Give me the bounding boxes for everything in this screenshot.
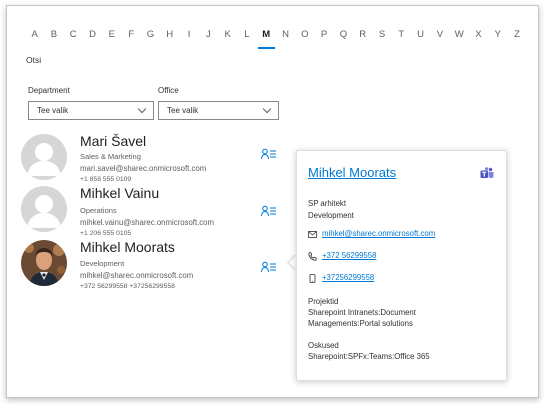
letter-r[interactable]: R [353, 28, 372, 44]
person-placeholder-icon [21, 134, 67, 180]
letter-g[interactable]: G [141, 28, 160, 44]
card-job-title: SP arhitekt [308, 199, 346, 208]
card-mobile-link[interactable]: +37256299558 [322, 273, 374, 282]
card-skills: Sharepoint:SPFx:Teams:Office 365 [308, 352, 430, 361]
letter-e[interactable]: E [102, 28, 121, 44]
person-phone: +1 206 555 0105 [80, 230, 132, 237]
person-name[interactable]: Mari Šavel [80, 133, 146, 149]
teams-icon[interactable] [480, 167, 494, 179]
letter-f[interactable]: F [121, 28, 140, 44]
person-phone: +372 56299558 +37256299558 [80, 283, 175, 290]
person-email[interactable]: mihkel@sharec.onmicrosoft.com [80, 271, 193, 280]
chevron-down-icon [137, 104, 147, 114]
person-department: Sales & Marketing [80, 152, 141, 161]
person-item[interactable]: Mari Šavel Sales & Marketing mari.savel@… [21, 133, 276, 188]
phone-icon [308, 252, 317, 261]
card-email-link[interactable]: mihkel@sharec.onmicrosoft.com [322, 229, 435, 238]
people-directory-webpart: ABCDEFGHIJKLMNOPQRSTUVWXYZ Otsi Departme… [6, 5, 539, 398]
alphabet-filter: ABCDEFGHIJKLMNOPQRSTUVWXYZ [25, 28, 527, 49]
card-department: Development [308, 211, 354, 220]
person-department: Development [80, 259, 125, 268]
letter-q[interactable]: Q [334, 28, 353, 44]
card-projects-label: Projektid [308, 297, 339, 306]
person-phone: +1 858 555 0109 [80, 176, 132, 183]
office-dropdown[interactable]: Tee valik [158, 101, 279, 120]
letter-o[interactable]: O [295, 28, 314, 44]
contact-card-icon[interactable] [261, 148, 277, 160]
letter-z[interactable]: Z [507, 28, 526, 44]
department-dropdown[interactable]: Tee valik [28, 101, 154, 120]
letter-i[interactable]: I [179, 28, 198, 44]
mobile-phone-icon [309, 274, 316, 283]
letter-u[interactable]: U [411, 28, 430, 44]
letter-v[interactable]: V [430, 28, 449, 44]
contact-card-icon[interactable] [261, 205, 277, 217]
letter-m[interactable]: M [257, 28, 276, 49]
card-projects-line2: Managements:Portal solutions [308, 319, 413, 328]
contact-card: Mihkel Moorats SP arhitekt Development m… [296, 150, 507, 381]
person-name[interactable]: Mihkel Moorats [80, 239, 175, 255]
card-name-link[interactable]: Mihkel Moorats [308, 165, 396, 180]
person-name[interactable]: Mihkel Vainu [80, 185, 159, 201]
department-dropdown-value: Tee valik [37, 106, 69, 115]
letter-t[interactable]: T [392, 28, 411, 44]
department-filter-label: Department [28, 86, 70, 95]
letter-h[interactable]: H [160, 28, 179, 44]
letter-b[interactable]: B [44, 28, 63, 44]
office-filter-label: Office [158, 86, 179, 95]
letter-s[interactable]: S [372, 28, 391, 44]
card-skills-label: Oskused [308, 341, 339, 350]
person-item[interactable]: Mihkel Vainu Operations mihkel.vainu@sha… [21, 185, 276, 240]
letter-l[interactable]: L [237, 28, 256, 44]
letter-n[interactable]: N [276, 28, 295, 44]
chevron-down-icon [262, 104, 272, 114]
person-department: Operations [80, 206, 117, 215]
letter-c[interactable]: C [64, 28, 83, 44]
person-placeholder-icon [21, 186, 67, 232]
avatar [21, 240, 67, 286]
letter-d[interactable]: D [83, 28, 102, 44]
letter-x[interactable]: X [469, 28, 488, 44]
person-email[interactable]: mari.savel@sharec.onmicrosoft.com [80, 164, 206, 173]
letter-j[interactable]: J [199, 28, 218, 44]
card-phone-link[interactable]: +372 56299558 [322, 251, 376, 260]
letter-a[interactable]: A [25, 28, 44, 44]
card-projects-line1: Sharepoint Intranets:Document [308, 308, 416, 317]
search-label[interactable]: Otsi [26, 55, 41, 65]
contact-card-icon[interactable] [261, 261, 277, 273]
letter-p[interactable]: P [314, 28, 333, 44]
office-dropdown-value: Tee valik [167, 106, 199, 115]
letter-y[interactable]: Y [488, 28, 507, 44]
mail-icon [308, 231, 317, 238]
person-item[interactable]: Mihkel Moorats Development mihkel@sharec… [21, 239, 276, 294]
person-email[interactable]: mihkel.vainu@sharec.onmicrosoft.com [80, 218, 214, 227]
letter-w[interactable]: W [450, 28, 469, 44]
letter-k[interactable]: K [218, 28, 237, 44]
